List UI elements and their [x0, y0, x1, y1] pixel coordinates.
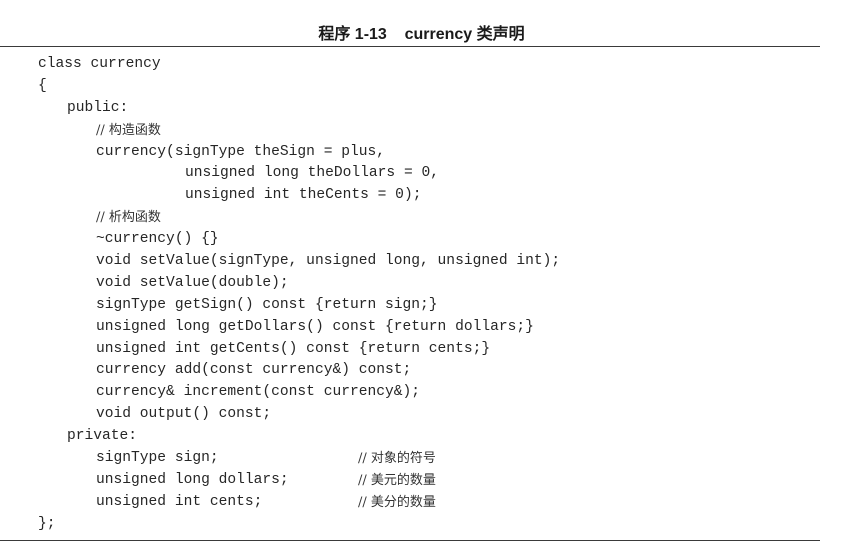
code-line: currency(signType theSign = plus,: [38, 142, 560, 164]
code-line: currency add(const currency&) const;: [38, 360, 560, 382]
code-text: private:: [67, 428, 138, 445]
code-text: signType getSign() const {return sign;}: [96, 296, 438, 313]
code-text: class currency: [38, 56, 161, 72]
code-text: unsigned int getCents() const {return ce…: [96, 340, 491, 357]
code-line: unsigned int theCents = 0);: [38, 185, 560, 207]
code-line: };: [38, 514, 560, 536]
code-text: currency add(const currency&) const;: [96, 362, 412, 379]
bottom-rule: [0, 540, 820, 541]
code-line: class currency: [38, 54, 560, 76]
code-text: currency(signType theSign = plus,: [96, 143, 386, 160]
code-text: unsigned long theDollars = 0,: [185, 165, 439, 182]
code-line: ~currency() {}: [38, 229, 560, 251]
code-line: unsigned long dollars; // 美元的数量: [38, 470, 560, 492]
code-comment: // 析构函数: [96, 210, 161, 226]
code-line: unsigned int cents; // 美分的数量: [38, 492, 560, 514]
code-line: // 构造函数: [38, 120, 560, 142]
code-text: ~currency() {}: [96, 231, 219, 248]
code-line: void output() const;: [38, 404, 560, 426]
code-text: void output() const;: [96, 406, 272, 423]
code-line: void setValue(double);: [38, 273, 560, 295]
code-text: unsigned long dollars;: [96, 471, 289, 488]
code-line: currency& increment(const currency&);: [38, 382, 560, 404]
code-line: unsigned long theDollars = 0,: [38, 163, 560, 185]
code-text: {: [38, 77, 47, 94]
code-line: // 析构函数: [38, 207, 560, 229]
code-comment: // 美元的数量: [358, 472, 436, 488]
code-text: unsigned long getDollars() const {return…: [96, 318, 534, 335]
code-comment: // 对象的符号: [358, 451, 436, 467]
code-line: {: [38, 76, 560, 98]
code-text: void setValue(double);: [96, 274, 289, 291]
code-line: signType getSign() const {return sign;}: [38, 295, 560, 317]
code-line: public:: [38, 98, 560, 120]
code-line: private:: [38, 426, 560, 448]
code-line: void setValue(signType, unsigned long, u…: [38, 251, 560, 273]
top-rule: [0, 46, 820, 47]
code-listing: class currency { public: // 构造函数 currenc…: [38, 54, 560, 536]
code-text: unsigned int cents;: [96, 493, 263, 510]
listing-caption: 程序 1-13 currency 类声明: [318, 26, 525, 43]
code-text: void setValue(signType, unsigned long, u…: [96, 253, 561, 270]
code-text: public:: [67, 99, 129, 116]
code-comment: // 构造函数: [96, 122, 161, 138]
code-text: unsigned int theCents = 0);: [185, 187, 422, 204]
code-text: signType sign;: [96, 450, 219, 467]
code-comment: // 美分的数量: [358, 494, 436, 510]
code-text: };: [38, 515, 56, 532]
code-line: unsigned long getDollars() const {return…: [38, 317, 560, 339]
code-text: currency& increment(const currency&);: [96, 384, 421, 401]
code-line: unsigned int getCents() const {return ce…: [38, 339, 560, 361]
code-line: signType sign; // 对象的符号: [38, 448, 560, 470]
